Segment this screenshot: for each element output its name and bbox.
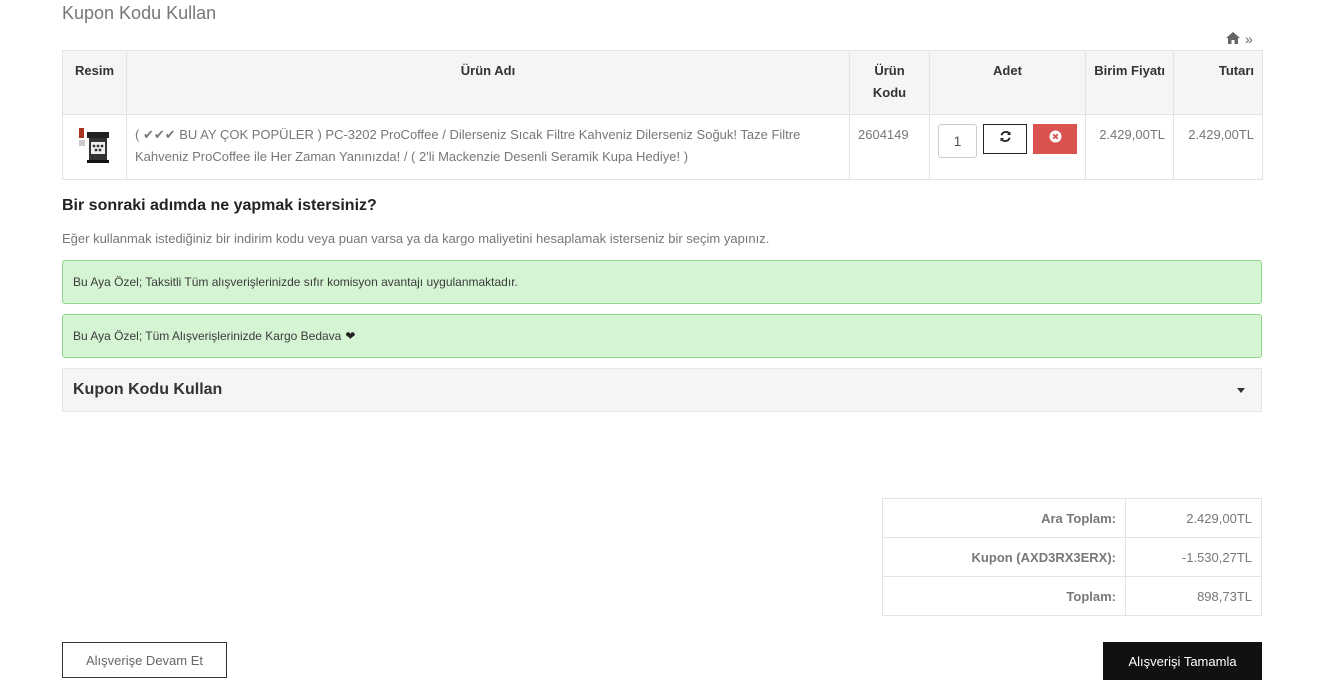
promo-alert-free-shipping: Bu Aya Özel; Tüm Alışverişlerinizde Karg… [62, 314, 1262, 358]
coupon-label: Kupon (AXD3RX3ERX): [882, 537, 1126, 577]
col-header-name: Ürün Adı [126, 50, 850, 115]
breadcrumb: » [1226, 31, 1253, 47]
totals-table: Ara Toplam: 2.429,00TL Kupon (AXD3RX3ERX… [882, 498, 1262, 616]
checkout-button[interactable]: Alışverişi Tamamla [1103, 642, 1262, 680]
subtotal-label: Ara Toplam: [882, 498, 1126, 538]
coffee-machine-icon[interactable] [77, 126, 113, 166]
totals-row: Toplam: 898,73TL [882, 576, 1262, 616]
quantity-cell [929, 114, 1086, 180]
refresh-icon [999, 128, 1012, 150]
coupon-panel-toggle[interactable]: Kupon Kodu Kullan [62, 368, 1262, 412]
alert-text: Bu Aya Özel; Tüm Alışverişlerinizde Karg… [73, 329, 342, 343]
promo-alert-installment: Bu Aya Özel; Taksitli Tüm alışverişlerin… [62, 260, 1262, 304]
remove-icon [1049, 128, 1062, 150]
col-header-quantity: Adet [929, 50, 1086, 115]
page-title: Kupon Kodu Kullan [62, 3, 217, 23]
heart-icon: ❤ [345, 329, 356, 343]
cart-table: Resim Ürün Adı Ürün Kodu Adet Birim Fiya… [62, 50, 1263, 180]
coupon-panel-title: Kupon Kodu Kullan [73, 381, 223, 398]
continue-shopping-button[interactable]: Alışverişe Devam Et [62, 642, 227, 678]
quantity-controls [938, 124, 1077, 158]
alert-text: Bu Aya Özel; Taksitli Tüm alışverişlerin… [73, 275, 518, 289]
product-unit-price: 2.429,00TL [1085, 114, 1174, 180]
subtotal-value: 2.429,00TL [1125, 498, 1262, 538]
grand-total-value: 898,73TL [1125, 576, 1262, 616]
next-step-title: Bir sonraki adımda ne yapmak istersiniz? [62, 197, 377, 214]
table-row: ( ✔✔✔ BU AY ÇOK POPÜLER ) PC-3202 ProCof… [62, 114, 1263, 180]
grand-total-label: Toplam: [882, 576, 1126, 616]
product-image-cell [62, 114, 127, 180]
col-header-image: Resim [62, 50, 127, 115]
product-name[interactable]: ( ✔✔✔ BU AY ÇOK POPÜLER ) PC-3202 ProCof… [126, 114, 850, 180]
quantity-input[interactable] [938, 124, 977, 158]
product-code: 2604149 [849, 114, 930, 180]
coupon-value: -1.530,27TL [1125, 537, 1262, 577]
col-header-total: Tutarı [1173, 50, 1263, 115]
next-step-description: Eğer kullanmak istediğiniz bir indirim k… [62, 231, 770, 246]
col-header-unit-price: Birim Fiyatı [1085, 50, 1174, 115]
col-header-code: Ürün Kodu [849, 50, 930, 115]
remove-item-button[interactable] [1033, 124, 1077, 154]
totals-row: Ara Toplam: 2.429,00TL [882, 498, 1262, 538]
cart-header-row: Resim Ürün Adı Ürün Kodu Adet Birim Fiya… [62, 50, 1263, 115]
update-quantity-button[interactable] [983, 124, 1027, 154]
home-icon[interactable] [1226, 31, 1240, 47]
breadcrumb-separator: » [1245, 31, 1253, 47]
product-total: 2.429,00TL [1173, 114, 1263, 180]
caret-down-icon [1237, 387, 1245, 393]
totals-row: Kupon (AXD3RX3ERX): -1.530,27TL [882, 537, 1262, 577]
